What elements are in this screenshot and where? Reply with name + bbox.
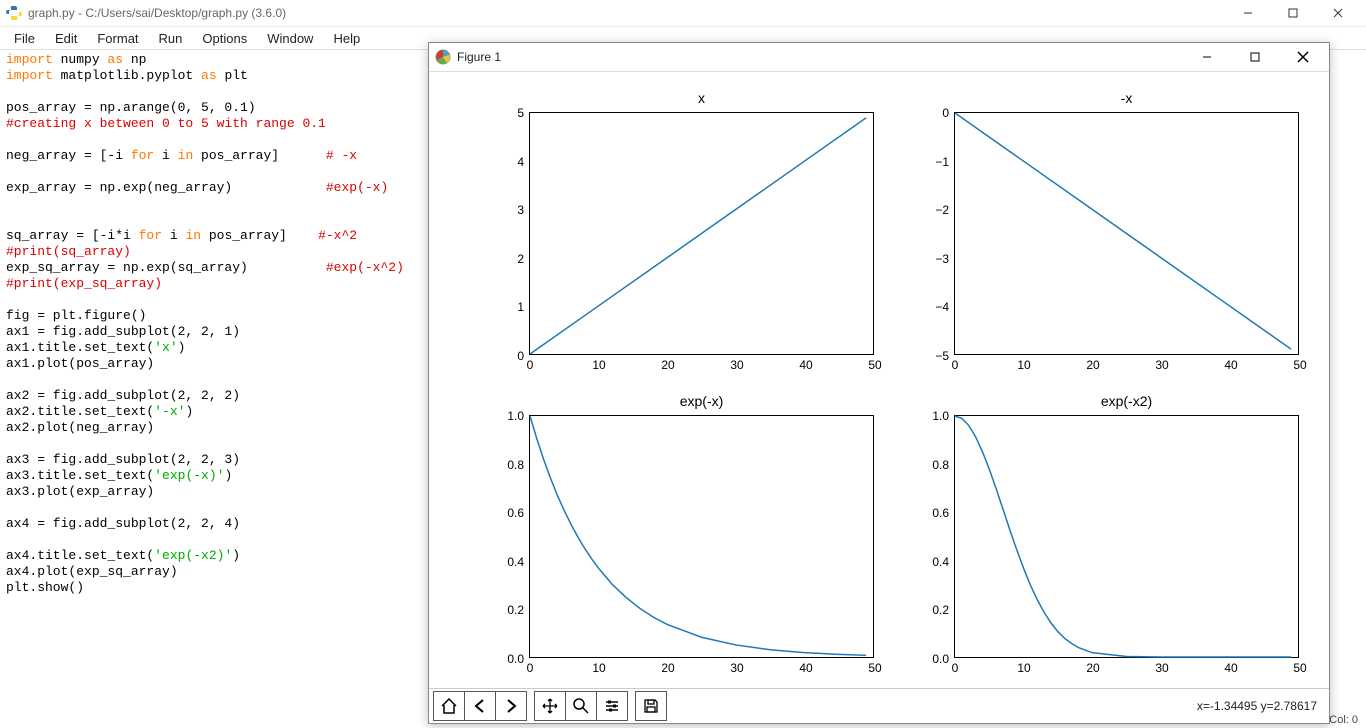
ytick: 0.2 — [507, 603, 530, 617]
xtick: 20 — [1086, 657, 1099, 675]
xtick: 0 — [952, 657, 959, 675]
mpl-coords: x=-1.34495 y=2.78617 — [1197, 699, 1325, 713]
xtick: 10 — [1017, 657, 1030, 675]
ytick: 0.8 — [507, 458, 530, 472]
xtick: 0 — [527, 657, 534, 675]
menu-format[interactable]: Format — [87, 29, 148, 48]
menu-help[interactable]: Help — [323, 29, 370, 48]
ytick: 1.0 — [507, 409, 530, 423]
subplot-3: 0.00.20.40.60.81.001020304050exp(-x) — [529, 415, 874, 658]
subplot-2: −5−4−3−2−1001020304050-x — [954, 112, 1299, 355]
xtick: 0 — [527, 354, 534, 372]
xtick: 30 — [1155, 657, 1168, 675]
menu-run[interactable]: Run — [149, 29, 193, 48]
toolbar-zoom[interactable] — [565, 691, 597, 721]
ytick: 0.6 — [932, 506, 955, 520]
ytick: −1 — [935, 155, 955, 169]
xtick: 30 — [730, 354, 743, 372]
xtick: 40 — [1224, 657, 1237, 675]
close-button[interactable] — [1315, 0, 1360, 26]
toolbar-pan[interactable] — [534, 691, 566, 721]
xtick: 40 — [799, 354, 812, 372]
subplot-title: x — [529, 90, 874, 106]
menu-window[interactable]: Window — [257, 29, 323, 48]
xtick: 20 — [1086, 354, 1099, 372]
subplot-title: exp(-x) — [529, 393, 874, 409]
mpl-titlebar: Figure 1 — [429, 43, 1329, 72]
xtick: 30 — [1155, 354, 1168, 372]
xtick: 40 — [1224, 354, 1237, 372]
matplotlib-icon — [435, 49, 451, 65]
mpl-title: Figure 1 — [457, 50, 1187, 64]
ytick: 0.2 — [932, 603, 955, 617]
mpl-maximize-button[interactable] — [1235, 43, 1275, 71]
menu-edit[interactable]: Edit — [45, 29, 87, 48]
subplot-title: -x — [954, 90, 1299, 106]
xtick: 10 — [1017, 354, 1030, 372]
ytick: −3 — [935, 252, 955, 266]
toolbar-configure[interactable] — [596, 691, 628, 721]
python-icon — [6, 5, 22, 21]
ytick: 2 — [517, 252, 530, 266]
ytick: 0.6 — [507, 506, 530, 520]
matplotlib-window: Figure 1 01234501020304050x−5−4−3−2−1001… — [428, 42, 1330, 724]
xtick: 50 — [1293, 354, 1306, 372]
xtick: 30 — [730, 657, 743, 675]
xtick: 50 — [1293, 657, 1306, 675]
idle-title: graph.py - C:/Users/sai/Desktop/graph.py… — [28, 6, 1225, 20]
xtick: 50 — [868, 354, 881, 372]
mpl-canvas[interactable]: 01234501020304050x−5−4−3−2−1001020304050… — [429, 72, 1329, 688]
ytick: 3 — [517, 203, 530, 217]
ytick: −2 — [935, 203, 955, 217]
ytick: 1.0 — [932, 409, 955, 423]
idle-titlebar: graph.py - C:/Users/sai/Desktop/graph.py… — [0, 0, 1366, 27]
xtick: 40 — [799, 657, 812, 675]
subplot-4: 0.00.20.40.60.81.001020304050exp(-x2) — [954, 415, 1299, 658]
toolbar-back[interactable] — [464, 691, 496, 721]
ytick: 1 — [517, 300, 530, 314]
xtick: 10 — [592, 354, 605, 372]
ytick: 5 — [517, 106, 530, 120]
toolbar-save[interactable] — [635, 691, 667, 721]
ytick: −4 — [935, 300, 955, 314]
xtick: 20 — [661, 354, 674, 372]
mpl-toolbar: x=-1.34495 y=2.78617 — [429, 688, 1329, 723]
xtick: 0 — [952, 354, 959, 372]
xtick: 50 — [868, 657, 881, 675]
mpl-minimize-button[interactable] — [1187, 43, 1227, 71]
xtick: 10 — [592, 657, 605, 675]
ytick: 0.4 — [507, 555, 530, 569]
ytick: 0.8 — [932, 458, 955, 472]
toolbar-forward[interactable] — [495, 691, 527, 721]
toolbar-home[interactable] — [433, 691, 465, 721]
xtick: 20 — [661, 657, 674, 675]
menu-file[interactable]: File — [4, 29, 45, 48]
subplot-title: exp(-x2) — [954, 393, 1299, 409]
ytick: 4 — [517, 155, 530, 169]
ytick: 0 — [942, 106, 955, 120]
code-editor[interactable]: import numpy as np import matplotlib.pyp… — [6, 52, 426, 596]
menu-options[interactable]: Options — [192, 29, 257, 48]
ytick: 0.4 — [932, 555, 955, 569]
mpl-close-button[interactable] — [1283, 43, 1323, 71]
maximize-button[interactable] — [1270, 0, 1315, 26]
minimize-button[interactable] — [1225, 0, 1270, 26]
subplot-1: 01234501020304050x — [529, 112, 874, 355]
